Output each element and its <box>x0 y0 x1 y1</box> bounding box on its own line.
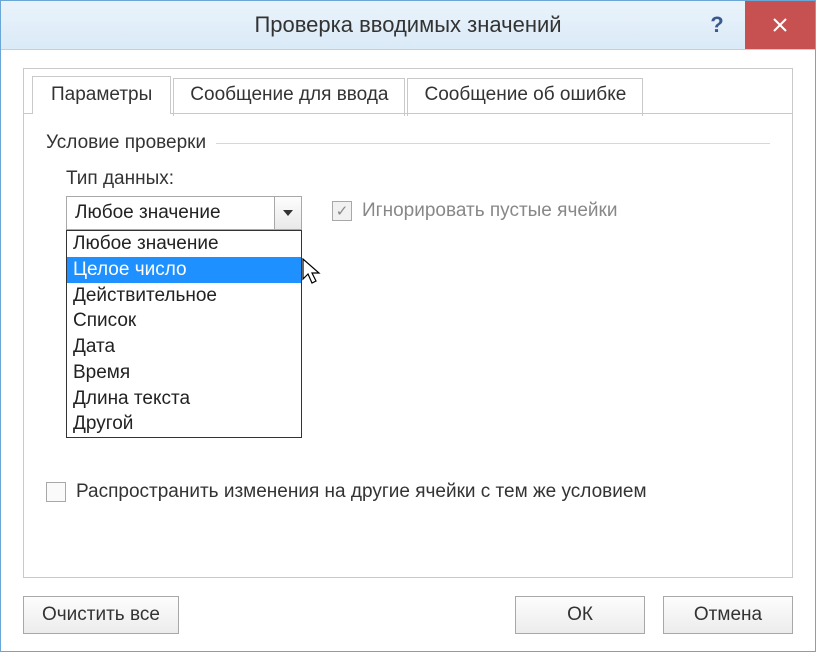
button-label: Очистить все <box>42 604 160 626</box>
dropdown-item[interactable]: Целое число <box>67 257 301 283</box>
titlebar-buttons: ? <box>689 1 815 49</box>
clear-all-button[interactable]: Очистить все <box>23 596 179 634</box>
group-label: Условие проверки <box>46 132 206 154</box>
type-combobox[interactable]: Любое значение <box>66 196 302 230</box>
combo-dropdown-button[interactable] <box>274 197 301 229</box>
ignore-blank-row: ✓ Игнорировать пустые ячейки <box>332 200 617 222</box>
close-icon <box>771 16 789 34</box>
propagate-checkbox[interactable]: ✓ <box>46 482 66 502</box>
mouse-cursor-icon <box>302 258 324 291</box>
dialog-button-row: Очистить все ОК Отмена <box>23 596 793 634</box>
type-combobox-value: Любое значение <box>67 202 274 224</box>
tab-strip: Параметры Сообщение для ввода Сообщение … <box>24 69 792 113</box>
content-area: Параметры Сообщение для ввода Сообщение … <box>1 50 815 652</box>
window-title: Проверка вводимых значений <box>254 12 561 38</box>
close-button[interactable] <box>745 1 815 49</box>
chevron-down-icon <box>282 209 294 217</box>
type-label: Тип данных: <box>66 168 770 190</box>
ok-button[interactable]: ОК <box>515 596 645 634</box>
type-dropdown-list[interactable]: Любое значениеЦелое числоДействительноеС… <box>66 230 302 438</box>
help-button[interactable]: ? <box>689 1 745 49</box>
check-icon: ✓ <box>336 204 349 219</box>
button-label: ОК <box>567 604 593 626</box>
propagate-label: Распространить изменения на другие ячейк… <box>76 481 647 503</box>
dropdown-item[interactable]: Список <box>67 308 301 334</box>
dialog-window: Проверка вводимых значений ? Параметры С… <box>0 0 816 652</box>
type-combo-wrap: Любое значение Любое значениеЦелое число… <box>66 196 302 230</box>
tab-container: Параметры Сообщение для ввода Сообщение … <box>23 68 793 578</box>
tab-parameters[interactable]: Параметры <box>32 76 171 114</box>
ignore-blank-checkbox[interactable]: ✓ <box>332 201 352 221</box>
tab-panel-parameters: Условие проверки Тип данных: Любое значе… <box>24 113 792 523</box>
type-row: Любое значение Любое значениеЦелое число… <box>46 196 770 230</box>
group-header: Условие проверки <box>46 132 770 154</box>
tab-label: Сообщение для ввода <box>190 84 388 105</box>
tab-error-message[interactable]: Сообщение об ошибке <box>407 78 643 116</box>
ignore-blank-label: Игнорировать пустые ячейки <box>362 200 617 222</box>
title-bar: Проверка вводимых значений ? <box>1 1 815 50</box>
propagate-row: ✓ Распространить изменения на другие яче… <box>46 481 647 503</box>
dropdown-item[interactable]: Любое значение <box>67 231 301 257</box>
dropdown-item[interactable]: Дата <box>67 334 301 360</box>
tab-input-message[interactable]: Сообщение для ввода <box>173 78 405 116</box>
dropdown-item[interactable]: Длина текста <box>67 386 301 412</box>
button-label: Отмена <box>694 604 762 626</box>
tab-label: Сообщение об ошибке <box>424 84 626 105</box>
cancel-button[interactable]: Отмена <box>663 596 793 634</box>
dropdown-item[interactable]: Другой <box>67 411 301 437</box>
dropdown-item[interactable]: Действительное <box>67 283 301 309</box>
dropdown-item[interactable]: Время <box>67 360 301 386</box>
group-divider <box>216 143 770 144</box>
tab-label: Параметры <box>51 84 152 105</box>
help-icon: ? <box>710 12 723 38</box>
